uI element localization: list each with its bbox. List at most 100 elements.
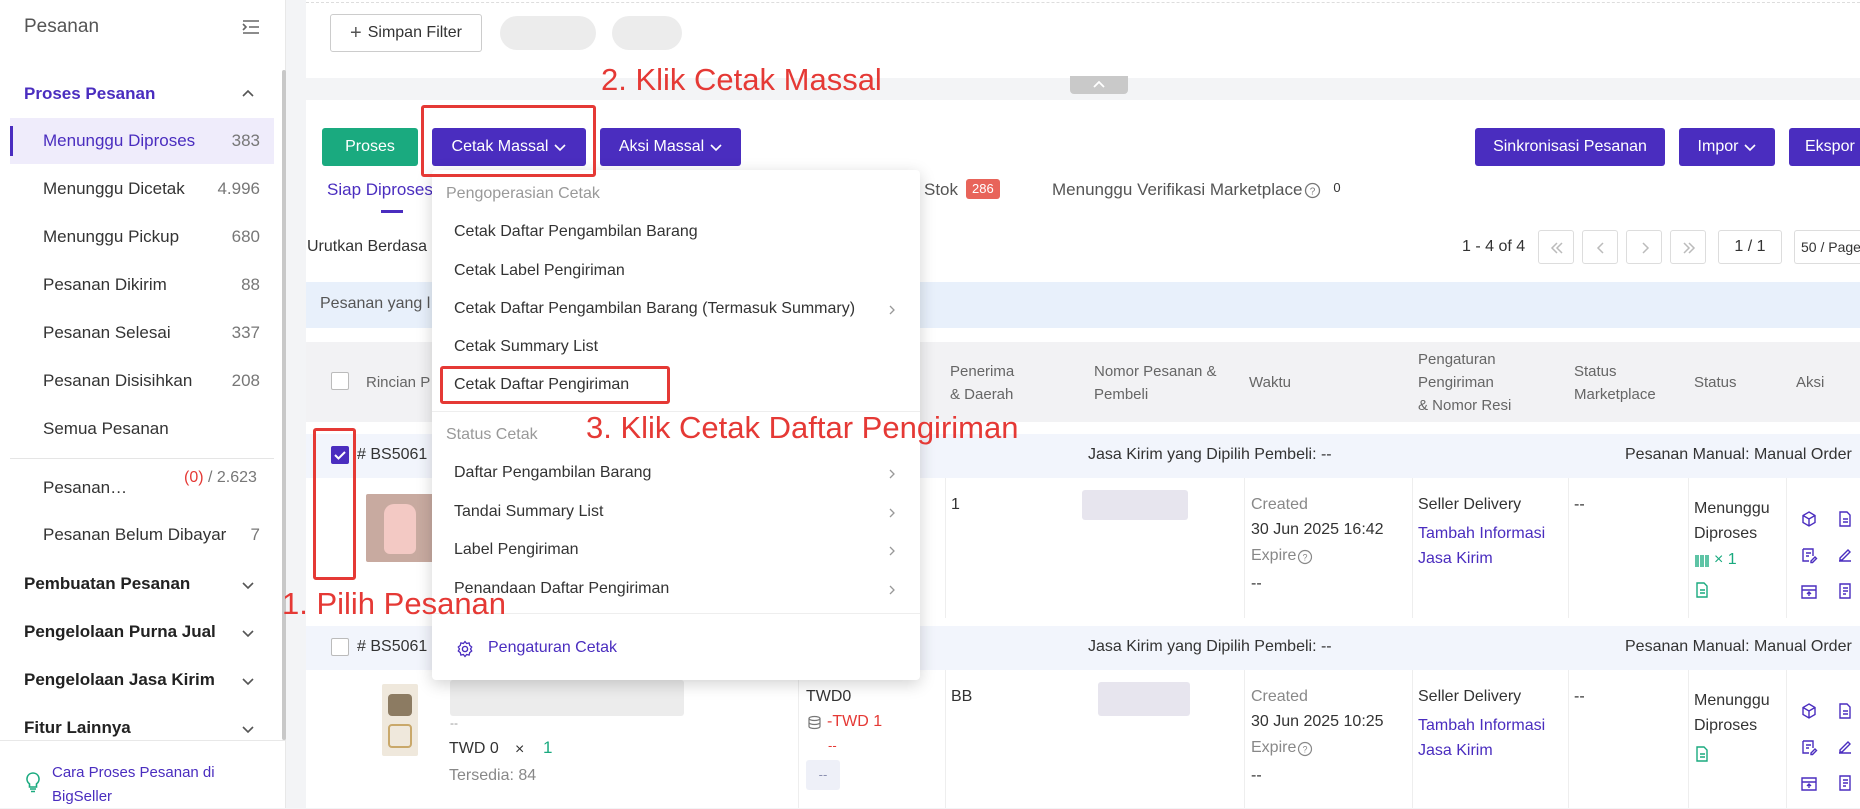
menu-item-daftar-pengambilan-barang[interactable]: Daftar Pengambilan Barang (454, 464, 651, 482)
proses-button[interactable]: Proses (322, 128, 418, 166)
tambah-informasi-link[interactable]: Tambah Informasi Jasa Kirim (1418, 713, 1564, 763)
menu-item-cetak-label-pengiriman[interactable]: Cetak Label Pengiriman (454, 262, 625, 280)
chevron-right-icon (889, 546, 895, 556)
menu-item-cetak-daftar-pengambilan[interactable]: Cetak Daftar Pengambilan Barang (454, 223, 698, 241)
order-id[interactable]: # BS5061 (357, 446, 427, 464)
pengaturan-cetak-link[interactable]: Pengaturan Cetak (488, 639, 617, 657)
per-page-select[interactable]: 50 / Page (1794, 230, 1860, 264)
product-image (388, 724, 412, 748)
chevron-up-icon[interactable] (240, 86, 256, 102)
archive-icon[interactable] (1800, 774, 1818, 792)
product-thumbnail[interactable] (366, 494, 434, 562)
ekspor-label: Ekspor (1805, 138, 1855, 155)
order-status: Menunggu Diproses (1694, 500, 1770, 542)
document-icon[interactable] (1836, 510, 1854, 528)
tambah-informasi-link[interactable]: Tambah Informasi Jasa Kirim (1418, 521, 1564, 571)
sidebar-item-label: Menunggu Pickup (43, 227, 180, 246)
archive-icon[interactable] (1800, 582, 1818, 600)
help-icon[interactable]: ? (1297, 549, 1313, 565)
menu-item-cetak-daftar-pengambilan-summary[interactable]: Cetak Daftar Pengambilan Barang (Termasu… (454, 300, 855, 318)
order-profit: -TWD 1 (827, 713, 883, 730)
sidebar-item-menunggu-diproses[interactable]: Menunggu Diproses 383 (10, 118, 274, 164)
notes-icon[interactable] (1836, 582, 1854, 600)
order-id[interactable]: # BS5061 (357, 638, 427, 656)
product-qty: 1 (543, 738, 553, 757)
expire-value: -- (1251, 767, 1262, 784)
sidebar-item-pesanan-disisihkan[interactable]: Pesanan Disisihkan 208 (10, 358, 274, 404)
last-page-button[interactable] (1670, 230, 1706, 264)
tab-stok[interactable]: Stok (924, 180, 958, 200)
created-date: 30 Jun 2025 16:42 (1251, 521, 1384, 538)
col-nomor-pesanan: Nomor Pesanan & Pembeli (1094, 363, 1217, 403)
document-icon[interactable] (1836, 702, 1854, 720)
saved-filter-chip[interactable] (500, 16, 596, 50)
chevron-right-icon (889, 469, 895, 479)
help-icon[interactable]: ? (1304, 182, 1321, 199)
saved-filter-chip[interactable] (612, 16, 682, 50)
sidebar-item-menunggu-pickup[interactable]: Menunggu Pickup 680 (10, 214, 274, 260)
ekspor-button[interactable]: Ekspor (1789, 128, 1860, 166)
menu-item-cetak-summary-list[interactable]: Cetak Summary List (454, 338, 598, 356)
sidebar-scrollbar[interactable] (282, 70, 286, 740)
chevron-up-icon (1093, 80, 1105, 88)
collapse-filter-handle[interactable] (1070, 76, 1128, 94)
multiply-sign: × (515, 741, 525, 758)
menu-item-tandai-summary-list[interactable]: Tandai Summary List (454, 503, 603, 521)
document-icon[interactable] (1695, 746, 1709, 762)
save-filter-button[interactable]: + Simpan Filter (330, 14, 482, 52)
divider (306, 2, 1860, 3)
sidebar-group-purna-jual[interactable]: Pengelolaan Purna Jual (24, 622, 216, 642)
aksi-massal-button[interactable]: Aksi Massal (600, 128, 741, 166)
select-all-checkbox[interactable] (331, 372, 349, 390)
order-tag[interactable]: -- (806, 760, 840, 790)
chevron-down-icon (1744, 144, 1757, 152)
chevron-down-icon[interactable] (240, 625, 256, 641)
edit-icon[interactable] (1836, 738, 1854, 756)
list-edit-icon[interactable] (1800, 546, 1818, 564)
menu-item-label-pengiriman[interactable]: Label Pengiriman (454, 541, 579, 559)
divider (1786, 478, 1787, 618)
buyer-info (1098, 682, 1190, 716)
product-thumbnail[interactable] (382, 684, 418, 756)
chevron-down-icon[interactable] (240, 577, 256, 593)
chevron-down-icon[interactable] (240, 721, 256, 737)
first-page-button[interactable] (1538, 230, 1574, 264)
sidebar-item-count: 680 (231, 227, 260, 246)
sidebar-group-fitur-lainnya[interactable]: Fitur Lainnya (24, 718, 131, 738)
delivery-method: Seller Delivery (1418, 688, 1522, 705)
collapse-menu-icon[interactable] (240, 16, 262, 38)
sidebar-item-label: Pesanan Disisihkan (43, 371, 193, 390)
help-link[interactable]: Cara Proses Pesanan di BigSeller (52, 761, 262, 809)
sidebar-item-semua-pesanan[interactable]: Semua Pesanan (10, 406, 274, 452)
sidebar-item-menunggu-dicetak[interactable]: Menunggu Dicetak 4.996 (10, 166, 274, 212)
sidebar-item-pesanan-belum-dibayar[interactable]: Pesanan Belum Dibayar 7 (10, 512, 274, 558)
sidebar-group-proses-pesanan[interactable]: Proses Pesanan (24, 84, 155, 104)
chevron-down-icon[interactable] (240, 673, 256, 689)
proses-label: Proses (345, 138, 395, 155)
prev-page-button[interactable] (1582, 230, 1618, 264)
tab-menunggu-verifikasi[interactable]: Menunggu Verifikasi Marketplace (1052, 180, 1302, 200)
product-name[interactable] (450, 680, 684, 716)
sinkronisasi-pesanan-button[interactable]: Sinkronisasi Pesanan (1475, 128, 1665, 166)
sidebar-item-label: Semua Pesanan (43, 419, 169, 438)
tab-siap-diproses[interactable]: Siap Diproses (327, 180, 433, 200)
help-icon[interactable]: ? (1297, 741, 1313, 757)
sidebar-item-count: 7 (250, 525, 260, 544)
highlight-cetak-massal (421, 105, 596, 177)
sidebar-item-pesanan-selesai[interactable]: Pesanan Selesai 337 (10, 310, 274, 356)
package-icon[interactable] (1800, 510, 1818, 528)
sidebar-item-pesanan-dikirim[interactable]: Pesanan Dikirim 88 (10, 262, 274, 308)
list-edit-icon[interactable] (1800, 738, 1818, 756)
page-input[interactable]: 1 / 1 (1718, 230, 1782, 264)
created-label: Created (1251, 496, 1308, 513)
impor-button[interactable]: Impor (1679, 128, 1775, 166)
notes-icon[interactable] (1836, 774, 1854, 792)
divider (1244, 478, 1245, 618)
next-page-button[interactable] (1626, 230, 1662, 264)
sidebar-group-pembuatan-pesanan[interactable]: Pembuatan Pesanan (24, 574, 190, 594)
document-icon[interactable] (1695, 582, 1709, 598)
edit-icon[interactable] (1836, 546, 1854, 564)
package-icon[interactable] (1800, 702, 1818, 720)
order-checkbox[interactable] (331, 638, 349, 656)
sidebar-group-jasa-kirim[interactable]: Pengelolaan Jasa Kirim (24, 670, 215, 690)
